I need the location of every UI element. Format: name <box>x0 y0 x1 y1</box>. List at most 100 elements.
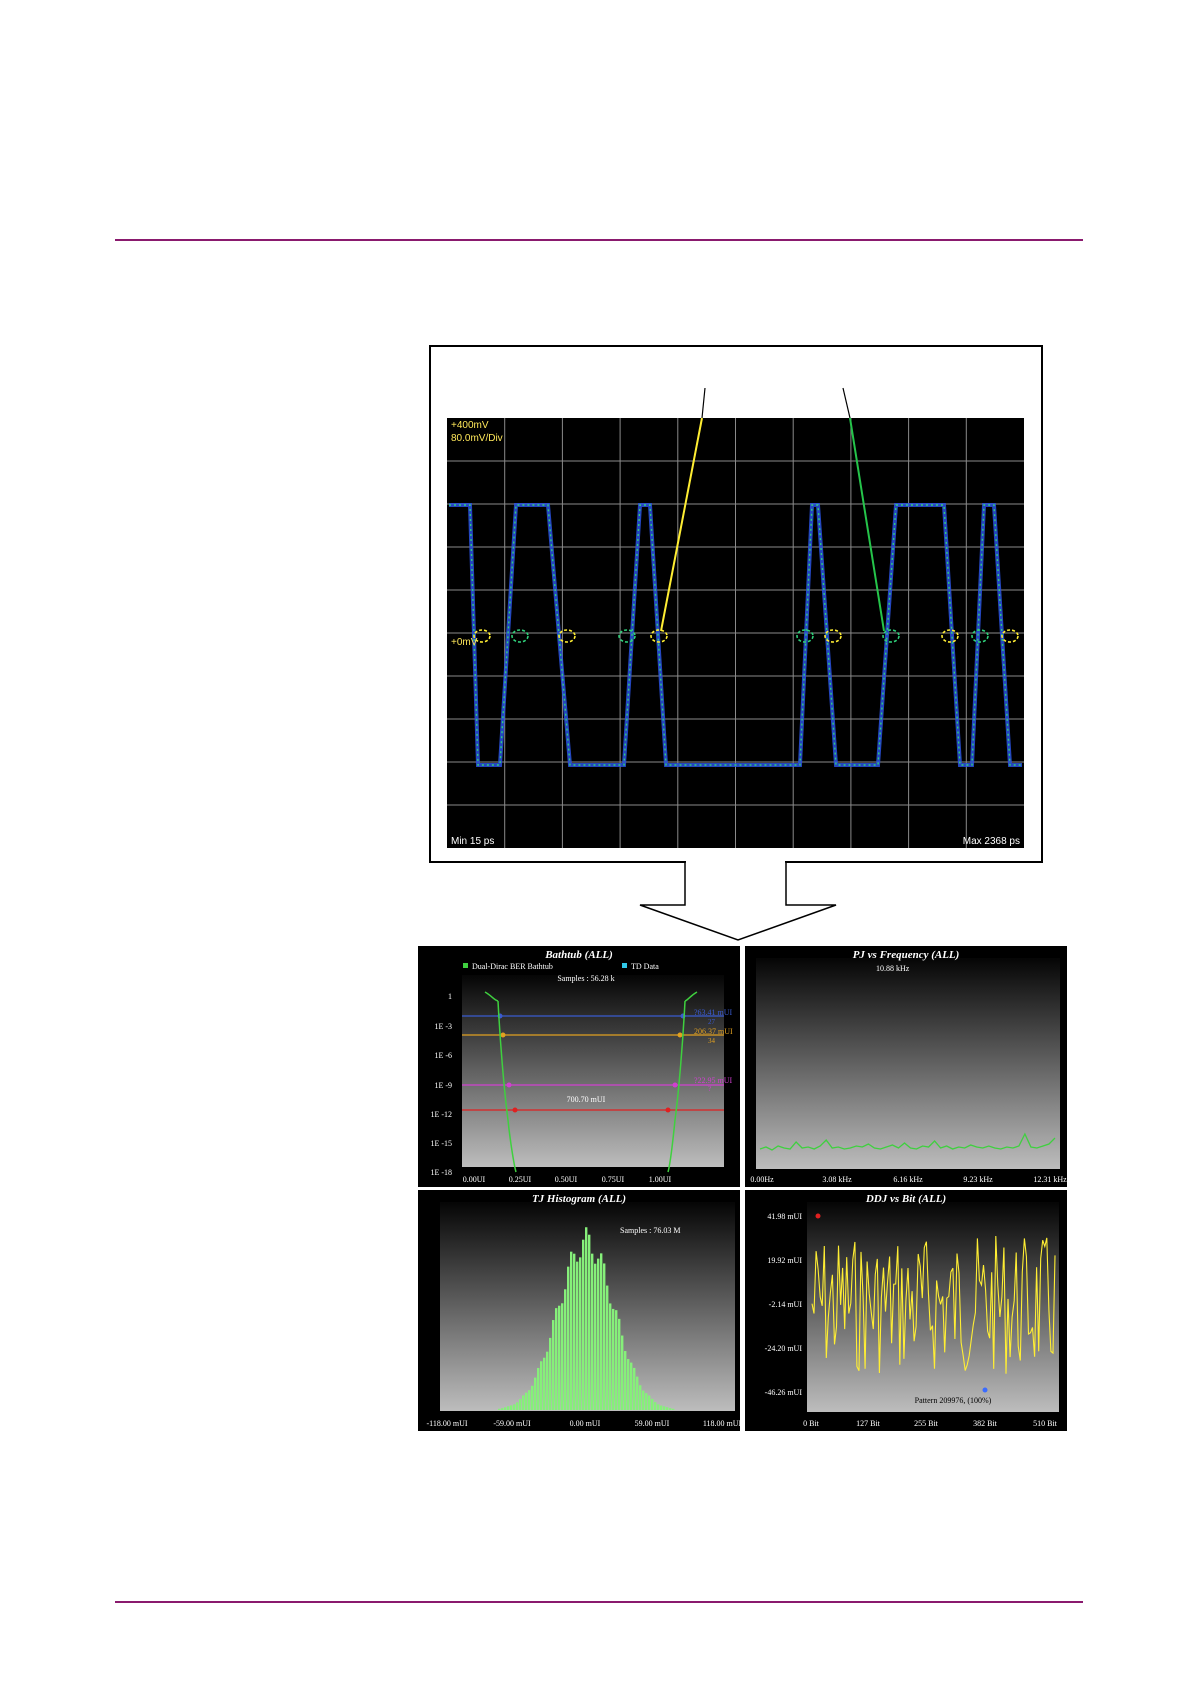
tj-plot-area <box>440 1202 735 1411</box>
tj-bar <box>519 1399 522 1410</box>
bathtub-crossing-point <box>500 1032 506 1038</box>
ddj-pattern-label: Pattern 209976, (100%) <box>915 1396 992 1405</box>
pj-x-tick: 12.31 kHz <box>1033 1175 1067 1184</box>
tj-x-tick: 0.00 mUI <box>570 1419 601 1428</box>
pj-title: PJ vs Frequency (ALL) <box>853 949 960 961</box>
tj-bar <box>570 1251 573 1410</box>
bathtub-y-tick: 1 <box>448 992 452 1001</box>
bathtub-y-tick: 1E -9 <box>434 1081 452 1090</box>
bathtub-x-tick: 1.00UI <box>649 1175 672 1184</box>
bathtub-x-tick: 0.00UI <box>463 1175 486 1184</box>
bathtub-annot-7: 700.70 mUI <box>567 1095 606 1104</box>
bathtub-crossing-point <box>665 1107 671 1113</box>
pj-x-tick: 3.08 kHz <box>822 1175 852 1184</box>
bathtub-panel: Bathtub (ALL) Dual-Dirac BER Bathtub TD … <box>418 946 740 1187</box>
scope-max-label: Max 2368 ps <box>963 836 1020 847</box>
tj-bar <box>657 1404 660 1410</box>
legend-bathtub: Dual-Dirac BER Bathtub <box>472 962 553 971</box>
tj-bar <box>531 1385 534 1410</box>
tj-bar <box>546 1351 549 1410</box>
ddj-y-tick: 19.92 mUI <box>767 1256 802 1265</box>
tj-bar <box>540 1361 543 1410</box>
tj-bar <box>582 1239 585 1410</box>
scope-zero-label: +0mV <box>451 637 478 648</box>
bathtub-samples: Samples : 56.28 k <box>557 974 614 983</box>
tj-bar <box>537 1368 540 1410</box>
tj-bar <box>663 1406 666 1410</box>
legend-td-data: TD Data <box>631 962 659 971</box>
tj-bar <box>573 1253 576 1410</box>
tj-bar <box>585 1227 588 1410</box>
tj-bar <box>654 1402 657 1410</box>
ddj-y-tick: -2.14 mUI <box>769 1300 803 1309</box>
tj-bar <box>606 1285 609 1410</box>
ddj-title: DDJ vs Bit (ALL) <box>865 1193 946 1205</box>
pj-panel: PJ vs Frequency (ALL) 10.88 kHz 0.00Hz 3.… <box>745 946 1067 1187</box>
ddj-panel: DDJ vs Bit (ALL) 41.98 mUI 19.92 mUI -2.14… <box>745 1190 1067 1431</box>
tj-bar <box>576 1261 579 1410</box>
tj-bar <box>648 1395 651 1410</box>
tj-bar <box>645 1393 648 1410</box>
legend-swatch-bathtub <box>463 963 468 968</box>
scope-min-label: Min 15 ps <box>451 836 494 847</box>
tj-bar <box>612 1308 615 1410</box>
bathtub-y-tick: 1E -6 <box>434 1051 452 1060</box>
tj-bar <box>564 1289 567 1410</box>
tj-bar <box>621 1335 624 1410</box>
down-arrow <box>639 861 837 941</box>
tj-bar <box>600 1253 603 1410</box>
ddj-x-tick: 510 Bit <box>1033 1419 1058 1428</box>
tj-bar <box>501 1408 504 1410</box>
tj-bar <box>591 1253 594 1410</box>
bathtub-annot-3: 206.37 mUI <box>694 1027 733 1036</box>
tj-bar <box>660 1405 663 1410</box>
tj-bar <box>669 1408 672 1410</box>
scope-screen: +400mV 80.0mV/Div +0mV Min 15 ps Max 236… <box>447 418 1024 848</box>
tj-bar <box>498 1408 501 1410</box>
tj-title: TJ Histogram (ALL) <box>532 1193 626 1205</box>
tj-bar <box>618 1318 621 1410</box>
tj-bar <box>543 1357 546 1410</box>
tj-x-tick: 59.00 mUI <box>635 1419 670 1428</box>
bathtub-x-tick: 0.50UI <box>555 1175 578 1184</box>
tj-bar <box>615 1310 618 1410</box>
bathtub-crossing-point <box>677 1032 683 1038</box>
bathtub-x-tick: 0.25UI <box>509 1175 532 1184</box>
tj-bar <box>522 1395 525 1410</box>
pj-plot-area <box>756 958 1060 1169</box>
tj-bar <box>549 1337 552 1410</box>
pj-x-tick: 0.00Hz <box>750 1175 774 1184</box>
ddj-y-tick: 41.98 mUI <box>767 1212 802 1221</box>
tj-bar <box>636 1376 639 1410</box>
bathtub-title: Bathtub (ALL) <box>544 949 613 961</box>
tj-bar <box>504 1407 507 1410</box>
tj-bar <box>579 1257 582 1410</box>
tj-x-tick: -118.00 mUI <box>426 1419 467 1428</box>
tj-x-tick: 118.00 mUI <box>703 1419 742 1428</box>
tj-bar <box>525 1392 528 1410</box>
tj-bar <box>507 1406 510 1410</box>
ddj-min-marker <box>982 1387 988 1393</box>
pj-x-tick: 6.16 kHz <box>893 1175 923 1184</box>
legend-swatch-td <box>622 963 627 968</box>
tj-bar <box>624 1351 627 1410</box>
tj-bar <box>642 1390 645 1410</box>
tj-panel: TJ Histogram (ALL) Samples : 76.03 M -11… <box>418 1190 742 1431</box>
tj-samples: Samples : 76.03 M <box>620 1226 680 1235</box>
bathtub-x-tick: 0.75UI <box>602 1175 625 1184</box>
bathtub-y-tick: 1E -3 <box>434 1022 452 1031</box>
tj-bar <box>651 1398 654 1410</box>
figure: +400mV 80.0mV/Div +0mV Min 15 ps Max 236… <box>416 345 1069 1433</box>
bathtub-y-tick: 1E -15 <box>430 1139 452 1148</box>
ddj-x-tick: 255 Bit <box>914 1419 939 1428</box>
tj-bar <box>633 1367 636 1410</box>
tj-bar <box>630 1362 633 1410</box>
bathtub-crossing-point <box>512 1107 518 1113</box>
bathtub-annot-1: ?63.41 mUI <box>694 1008 733 1017</box>
tj-bar <box>510 1405 513 1410</box>
bathtub-annot-2: 27 <box>708 1018 716 1026</box>
tj-bar <box>528 1390 531 1410</box>
ddj-y-tick: -46.26 mUI <box>765 1388 803 1397</box>
tj-bar <box>555 1308 558 1410</box>
tj-bar <box>666 1407 669 1410</box>
